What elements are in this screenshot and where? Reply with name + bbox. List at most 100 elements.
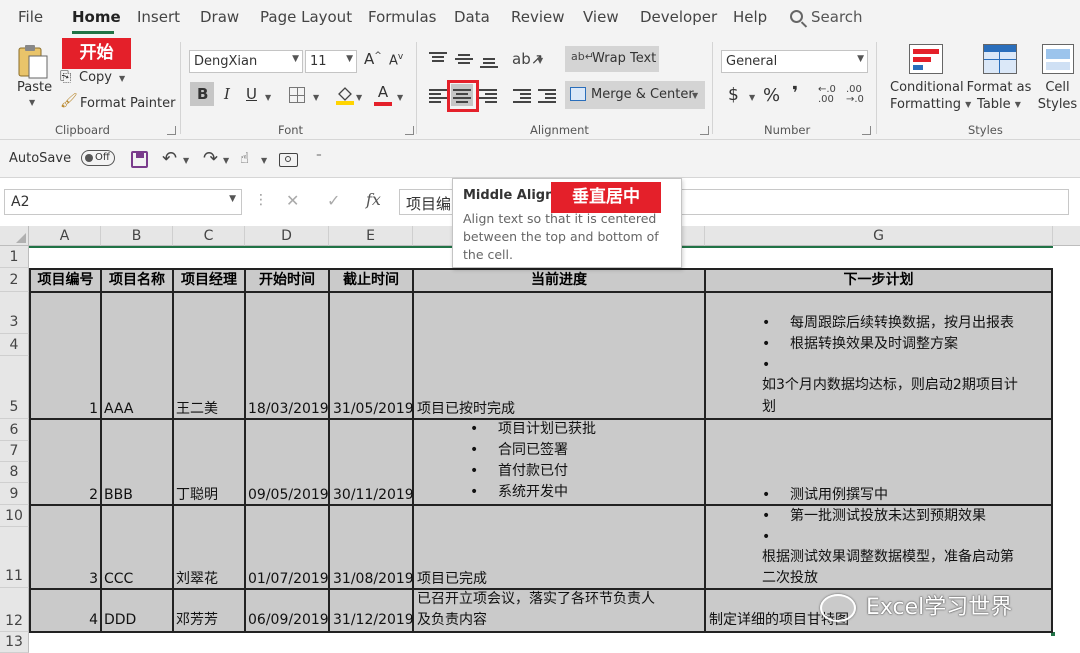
cell-id[interactable]: 3 xyxy=(32,570,98,588)
decrease-indent-icon[interactable] xyxy=(511,84,533,106)
alignment-launcher-icon[interactable] xyxy=(700,126,709,135)
middle-align-icon[interactable] xyxy=(453,48,475,70)
shrink-font-button[interactable]: Av xyxy=(389,52,403,68)
header-project-id[interactable]: 项目编号 xyxy=(31,268,100,292)
header-end-date[interactable]: 截止时间 xyxy=(330,268,412,292)
top-align-icon[interactable] xyxy=(427,48,449,70)
comma-button[interactable]: ❜ xyxy=(792,83,798,104)
plan-bullet[interactable]: • 根据转换效果及时调整方案 xyxy=(762,335,958,353)
increase-decimal-button[interactable]: ←.0 .00 xyxy=(818,85,842,105)
cell-start[interactable]: 01/07/2019 xyxy=(248,570,329,588)
borders-icon[interactable] xyxy=(289,87,305,103)
cell-plan-text[interactable]: 二次投放 xyxy=(762,569,818,587)
tab-help[interactable]: Help xyxy=(733,8,767,26)
number-format-select[interactable]: General ▼ xyxy=(721,50,868,73)
number-launcher-icon[interactable] xyxy=(862,126,871,135)
font-size-select[interactable]: 11 ▼ xyxy=(305,50,357,73)
column-header-h[interactable] xyxy=(1053,226,1080,246)
clipboard-launcher-icon[interactable] xyxy=(167,126,176,135)
copy-dropdown-icon[interactable]: ▼ xyxy=(119,74,125,83)
conditional-formatting-button[interactable]: Conditional Formatting ▼ xyxy=(890,79,971,113)
cell-plan-text[interactable]: 如3个月内数据均达标，则启动2期项目计 xyxy=(762,376,1018,394)
copy-button[interactable]: Copy xyxy=(79,70,112,85)
tab-data[interactable]: Data xyxy=(454,8,490,26)
paste-button[interactable]: Paste xyxy=(17,80,52,95)
tab-developer[interactable]: Developer xyxy=(640,8,717,26)
column-header-e[interactable]: E xyxy=(329,226,413,246)
row-header-10[interactable]: 10 xyxy=(0,505,29,527)
tab-home[interactable]: Home xyxy=(72,8,121,26)
italic-button[interactable]: I xyxy=(224,85,230,103)
tab-draw[interactable]: Draw xyxy=(200,8,239,26)
cell-manager[interactable]: 丁聪明 xyxy=(176,486,218,504)
progress-bullet[interactable]: • 项目计划已获批 xyxy=(470,420,596,438)
redo-icon[interactable]: ↷ xyxy=(203,148,218,169)
row-header-1[interactable]: 1 xyxy=(0,246,29,268)
conditional-formatting-icon[interactable] xyxy=(909,44,943,74)
cell-plan-text[interactable]: 划 xyxy=(762,398,776,416)
tab-page-layout[interactable]: Page Layout xyxy=(260,8,352,26)
customize-qat-icon[interactable]: ⁼ xyxy=(316,150,322,163)
header-project-manager[interactable]: 项目经理 xyxy=(174,268,244,292)
select-all-button[interactable] xyxy=(0,226,29,246)
bottom-align-icon[interactable] xyxy=(478,48,500,70)
cell-id[interactable]: 2 xyxy=(32,486,98,504)
paste-icon[interactable] xyxy=(16,42,50,80)
row-header-8[interactable]: 8 xyxy=(0,462,29,483)
align-left-icon[interactable] xyxy=(427,84,449,106)
row-header-13[interactable]: 13 xyxy=(0,632,29,653)
cell-manager[interactable]: 王二美 xyxy=(176,400,218,418)
bold-button[interactable]: B xyxy=(197,85,208,103)
cell-styles-button[interactable]: Cell Styles xyxy=(1035,79,1080,113)
font-name-select[interactable]: DengXian ▼ xyxy=(189,50,303,73)
cell-id[interactable]: 4 xyxy=(32,611,98,629)
format-as-table-button[interactable]: Format as Table ▼ xyxy=(966,79,1032,113)
row-header-7[interactable]: 7 xyxy=(0,441,29,462)
save-icon[interactable] xyxy=(131,151,148,168)
cell-name[interactable]: AAA xyxy=(104,400,134,418)
cell-manager[interactable]: 邓芳芳 xyxy=(176,611,218,629)
grow-font-button[interactable]: A^ xyxy=(364,50,382,68)
cancel-icon[interactable]: ✕ xyxy=(286,191,299,210)
cell-end[interactable]: 31/08/2019 xyxy=(333,570,414,588)
row-header-11[interactable]: 11 xyxy=(0,527,29,588)
touch-mode-dropdown-icon[interactable]: ▼ xyxy=(261,156,267,165)
search-box[interactable]: Search xyxy=(790,8,863,26)
row-header-4[interactable]: 4 xyxy=(0,334,29,356)
progress-bullet[interactable]: • 合同已签署 xyxy=(470,441,568,459)
font-launcher-icon[interactable] xyxy=(405,126,414,135)
cell-end[interactable]: 30/11/2019 xyxy=(333,486,414,504)
currency-dropdown-icon[interactable]: ▼ xyxy=(749,93,755,102)
cell-name[interactable]: BBB xyxy=(104,486,133,504)
row-header-3[interactable]: 3 xyxy=(0,292,29,334)
tab-formulas[interactable]: Formulas xyxy=(368,8,436,26)
header-next-plan[interactable]: 下一步计划 xyxy=(706,268,1051,292)
cell-progress[interactable]: 及负责内容 xyxy=(417,611,487,629)
column-header-d[interactable]: D xyxy=(245,226,329,246)
cell-plan-text[interactable]: 根据测试效果调整数据模型，准备启动第 xyxy=(762,548,1014,566)
tab-insert[interactable]: Insert xyxy=(137,8,180,26)
plan-bullet[interactable]: • 测试用例撰写中 xyxy=(762,486,888,504)
cell-name[interactable]: DDD xyxy=(104,611,136,629)
plan-bullet[interactable]: • xyxy=(762,356,790,374)
paste-dropdown-icon[interactable]: ▼ xyxy=(29,98,35,107)
plan-bullet[interactable]: • 第一批测试投放未达到预期效果 xyxy=(762,507,986,525)
tab-review[interactable]: Review xyxy=(511,8,565,26)
progress-bullet[interactable]: • 系统开发中 xyxy=(470,483,568,501)
redo-dropdown-icon[interactable]: ▼ xyxy=(223,156,229,165)
format-painter-button[interactable]: Format Painter xyxy=(80,96,175,111)
format-as-table-icon[interactable] xyxy=(983,44,1017,74)
cell-progress[interactable]: 已召开立项会议，落实了各环节负责人 xyxy=(417,590,655,608)
wrap-text-button[interactable]: ab↵ Wrap Text xyxy=(565,46,659,72)
tab-file[interactable]: File xyxy=(18,8,43,26)
align-right-icon[interactable] xyxy=(477,84,499,106)
header-start-date[interactable]: 开始时间 xyxy=(246,268,328,292)
column-header-c[interactable]: C xyxy=(173,226,245,246)
cell-progress[interactable]: 项目已完成 xyxy=(417,570,487,588)
cell-styles-icon[interactable] xyxy=(1042,44,1074,74)
borders-dropdown-icon[interactable]: ▼ xyxy=(313,93,319,102)
row-header-5[interactable]: 5 xyxy=(0,356,29,419)
camera-icon[interactable] xyxy=(279,153,298,167)
row-header-9[interactable]: 9 xyxy=(0,483,29,505)
merge-center-button[interactable]: Merge & Center ▼ xyxy=(565,81,705,109)
